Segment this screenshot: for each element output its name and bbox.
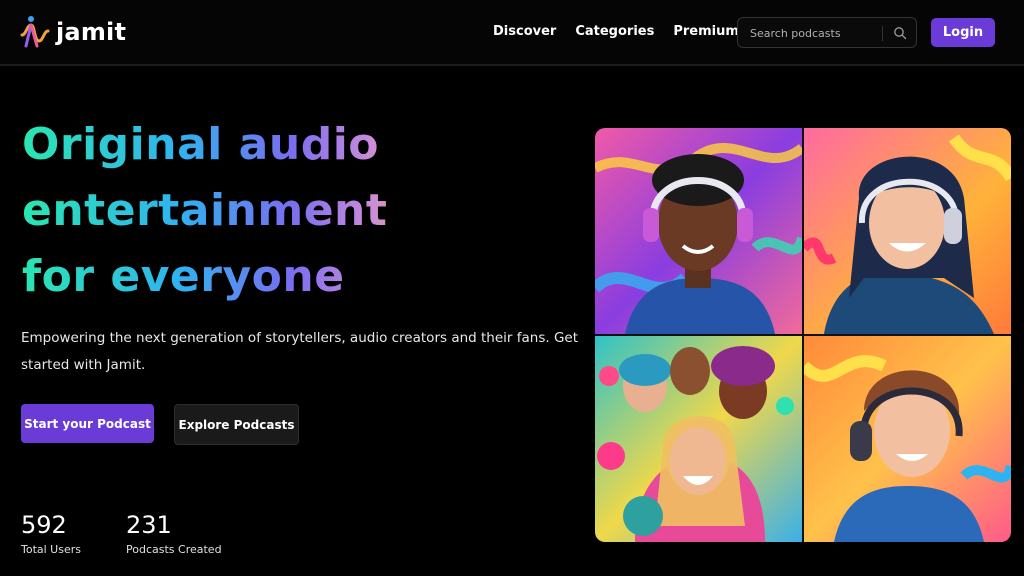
woman-with-headphones-illustration [804, 128, 1011, 334]
top-navbar: jamit Discover Categories Premium Login [0, 0, 1024, 66]
brand-name: jamit [56, 18, 127, 46]
nav-link-categories[interactable]: Categories [575, 24, 654, 39]
explore-podcasts-button[interactable]: Explore Podcasts [174, 404, 299, 445]
man-with-headphones-illustration [595, 128, 802, 334]
search-divider [882, 26, 883, 41]
stat-value: 592 [21, 511, 67, 539]
stat-label: Total Users [21, 543, 81, 556]
hero-headline-line-3: for everyone [22, 251, 345, 302]
main-nav: Discover Categories Premium [493, 24, 739, 39]
search-input[interactable] [750, 24, 878, 42]
group-laughing-illustration [595, 336, 802, 542]
stat-podcasts-created: 231 Podcasts Created [126, 510, 222, 556]
nav-link-premium[interactable]: Premium [673, 24, 739, 39]
start-podcast-button[interactable]: Start your Podcast [21, 404, 154, 443]
stat-total-users: 592 Total Users [21, 510, 81, 556]
search-box [737, 17, 917, 48]
hero-headline-line-1: Original audio [22, 119, 380, 170]
stat-label: Podcasts Created [126, 543, 222, 556]
login-button[interactable]: Login [931, 18, 995, 47]
hero-headline: Original audio entertainment for everyon… [22, 112, 582, 310]
hero-illustration-grid [595, 128, 1011, 542]
search-icon[interactable] [893, 26, 907, 40]
stat-value: 231 [126, 511, 172, 539]
logo-icon [20, 16, 50, 48]
brand-logo[interactable]: jamit [20, 14, 126, 50]
hero-subtext: Empowering the next generation of storyt… [21, 330, 579, 373]
nav-link-discover[interactable]: Discover [493, 24, 556, 39]
hero-headline-line-2: entertainment [22, 185, 388, 236]
young-man-with-headphones-illustration [804, 336, 1011, 542]
